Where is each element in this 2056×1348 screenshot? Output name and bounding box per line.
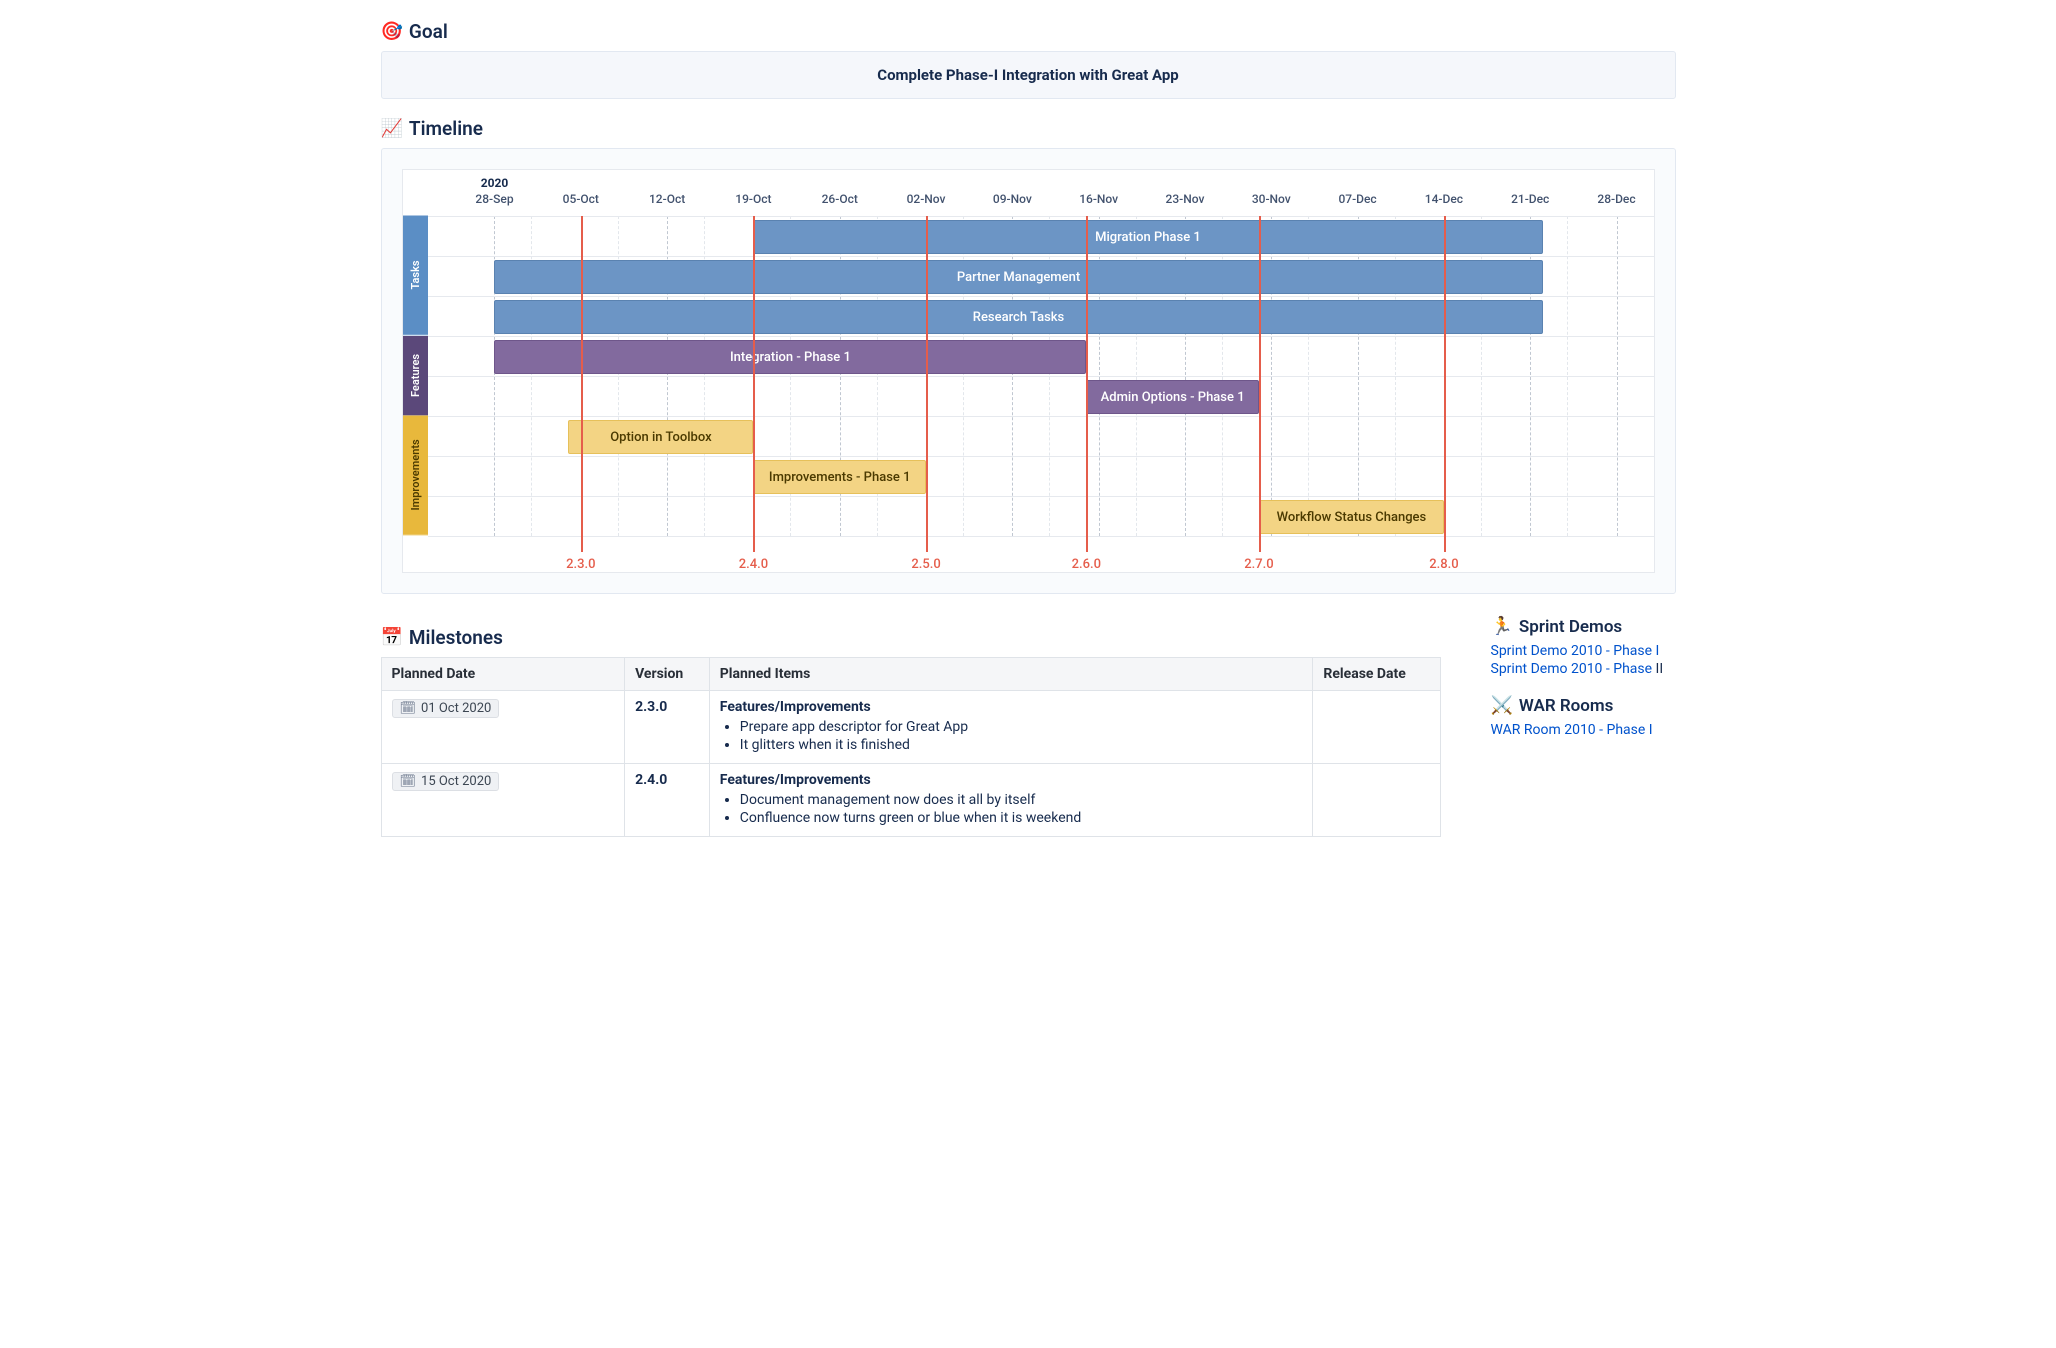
planned-items-group-label: Features/Improvements (720, 699, 1303, 715)
goal-panel: Complete Phase-I Integration with Great … (381, 51, 1676, 99)
planned-date-badge: 🗓 01 Oct 2020 (392, 699, 500, 718)
timeline-row: Improvements - Phase 1 (428, 456, 1654, 497)
planned-date-text: 15 Oct 2020 (421, 774, 491, 789)
timeline-tick: 12-Oct (622, 192, 712, 206)
timeline-tick: 05-Oct (536, 192, 626, 206)
timeline-row: Partner Management (428, 256, 1654, 297)
timeline-row: Option in Toolbox (428, 416, 1654, 457)
milestones-title: Milestones (409, 626, 503, 649)
timeline-bar[interactable]: Improvements - Phase 1 (753, 460, 926, 494)
timeline-tick: 09-Nov (967, 192, 1057, 206)
timeline-tick: 30-Nov (1226, 192, 1316, 206)
war-room-link[interactable]: WAR Room 2010 - Phase I (1491, 722, 1676, 738)
timeline-row: Migration Phase 1 (428, 216, 1654, 257)
planned-item: Prepare app descriptor for Great App (740, 719, 1303, 735)
timeline-bar[interactable]: Admin Options - Phase 1 (1086, 380, 1259, 414)
timeline-row: Research Tasks (428, 296, 1654, 337)
sprint-demo-link[interactable]: Sprint Demo 2010 - Phase II (1491, 661, 1676, 677)
goal-heading: 🎯 Goal (381, 20, 1676, 43)
sprint-title: Sprint Demos (1519, 617, 1622, 637)
goal-text: Complete Phase-I Integration with Great … (877, 66, 1179, 84)
milestones-column-header: Release Date (1313, 658, 1440, 691)
milestones-column-header: Planned Items (709, 658, 1313, 691)
war-icon: ⚔️ (1491, 695, 1513, 716)
version-cell: 2.4.0 (625, 764, 710, 837)
release-date-cell (1313, 764, 1440, 837)
timeline-tick: 26-Oct (795, 192, 885, 206)
sprint-demo-link[interactable]: Sprint Demo 2010 - Phase I (1491, 643, 1676, 659)
timeline-bar[interactable]: Option in Toolbox (568, 420, 753, 454)
release-date-cell (1313, 691, 1440, 764)
timeline-tick: 19-Oct (708, 192, 798, 206)
planned-item: It glitters when it is finished (740, 737, 1303, 753)
timeline-milestone-label: 2.5.0 (911, 557, 940, 572)
timeline-icon: 📈 (381, 118, 403, 139)
timeline-tick: 21-Dec (1485, 192, 1575, 206)
timeline-tick: 23-Nov (1140, 192, 1230, 206)
timeline-chart[interactable]: TasksFeaturesImprovements 202028-Sep05-O… (402, 169, 1655, 573)
milestones-column-header: Version (625, 658, 710, 691)
planned-item: Document management now does it all by i… (740, 792, 1303, 808)
sprint-demos-section: 🏃 Sprint Demos Sprint Demo 2010 - Phase … (1491, 616, 1676, 677)
sprint-icon: 🏃 (1491, 616, 1513, 637)
timeline-tick: 28-Dec (1572, 192, 1654, 206)
timeline-title: Timeline (409, 117, 483, 140)
timeline-tick: 28-Sep (449, 192, 539, 206)
timeline-bar[interactable]: Migration Phase 1 (753, 220, 1542, 254)
swimlane-label: Improvements (403, 416, 428, 536)
timeline-bar[interactable]: Integration - Phase 1 (494, 340, 1086, 374)
timeline-milestone-label: 2.3.0 (566, 557, 595, 572)
calendar-icon: 🗓 (400, 774, 417, 789)
timeline-bar[interactable]: Workflow Status Changes (1259, 500, 1444, 534)
milestones-table: Planned DateVersionPlanned ItemsRelease … (381, 657, 1441, 837)
goal-title: Goal (409, 20, 448, 43)
timeline-milestone-label: 2.8.0 (1429, 557, 1458, 572)
timeline-heading: 📈 Timeline (381, 117, 1676, 140)
milestones-column-header: Planned Date (381, 658, 625, 691)
timeline-tick: 14-Dec (1399, 192, 1489, 206)
timeline-bar[interactable]: Research Tasks (494, 300, 1542, 334)
timeline-milestone-label: 2.7.0 (1244, 557, 1273, 572)
timeline-milestone-label: 2.4.0 (739, 557, 768, 572)
planned-date-badge: 🗓 15 Oct 2020 (392, 772, 500, 791)
version-cell: 2.3.0 (625, 691, 710, 764)
timeline-row: Workflow Status Changes (428, 496, 1654, 537)
timeline-bar[interactable]: Partner Management (494, 260, 1542, 294)
planned-items-group-label: Features/Improvements (720, 772, 1303, 788)
war-title: WAR Rooms (1519, 696, 1614, 716)
milestones-heading: 📅 Milestones (381, 626, 1441, 649)
swimlane-label: Features (403, 336, 428, 416)
timeline-tick: 16-Nov (1054, 192, 1144, 206)
goal-icon: 🎯 (381, 21, 403, 42)
timeline-milestone-label: 2.6.0 (1072, 557, 1101, 572)
planned-date-text: 01 Oct 2020 (421, 701, 491, 716)
table-row: 🗓 01 Oct 2020 2.3.0 Features/Improvements Pr… (381, 691, 1440, 764)
timeline-tick: 02-Nov (881, 192, 971, 206)
planned-item: Confluence now turns green or blue when … (740, 810, 1303, 826)
milestones-icon: 📅 (381, 627, 403, 648)
swimlane-label: Tasks (403, 216, 428, 336)
timeline-row: Integration - Phase 1 (428, 336, 1654, 377)
timeline-tick: 07-Dec (1313, 192, 1403, 206)
war-rooms-section: ⚔️ WAR Rooms WAR Room 2010 - Phase I (1491, 695, 1676, 738)
calendar-icon: 🗓 (400, 701, 417, 716)
table-row: 🗓 15 Oct 2020 2.4.0 Features/Improvements Do… (381, 764, 1440, 837)
timeline-row: Admin Options - Phase 1 (428, 376, 1654, 417)
timeline-panel: TasksFeaturesImprovements 202028-Sep05-O… (381, 148, 1676, 594)
